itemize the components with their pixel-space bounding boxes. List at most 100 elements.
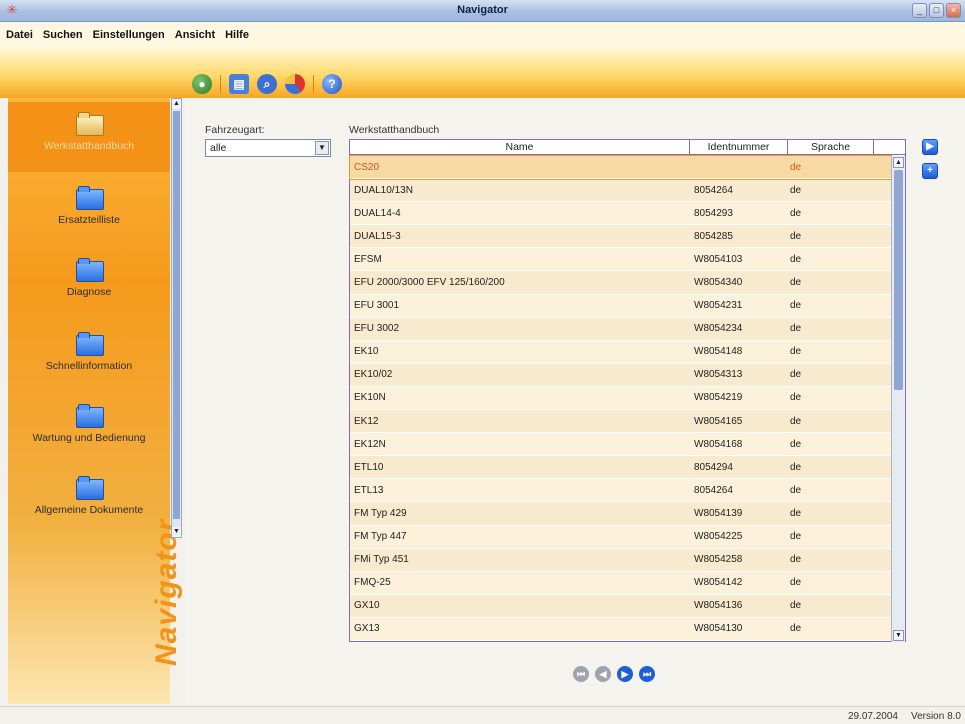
table-row[interactable]: CS20 de: [349, 154, 892, 181]
scroll-up-icon[interactable]: ▲: [893, 157, 904, 168]
folder-icon: [76, 112, 104, 136]
pie-chart-icon[interactable]: [285, 74, 305, 94]
cell-sprache: de: [790, 554, 802, 566]
toolbar: ● ▤ ⌕ ?: [0, 48, 965, 98]
cell-identnummer: W8054231: [694, 300, 743, 312]
cell-sprache: de: [790, 184, 802, 196]
cell-sprache: de: [790, 531, 802, 543]
list-title: Werkstatthandbuch: [349, 124, 440, 136]
cell-name: GX10: [354, 600, 380, 612]
add-icon[interactable]: +: [922, 163, 938, 179]
globe-icon[interactable]: ●: [192, 74, 212, 94]
sidebar-item-label: Schnellinformation: [45, 360, 133, 372]
table-row[interactable]: EK12N W8054168 de: [350, 433, 891, 457]
table-row[interactable]: EK10N W8054219 de: [350, 386, 891, 411]
table-row[interactable]: EK12 W8054165 de: [350, 410, 891, 434]
title-bar: ✳ Navigator _ □ ×: [0, 0, 965, 22]
table-body: CS20 de DUAL10/13N 8054264 de DUAL14-4 8054293…: [349, 154, 892, 641]
table-row[interactable]: FM Typ 447 W8054225 de: [350, 525, 891, 549]
cell-identnummer: 8054294: [694, 461, 733, 473]
table-row[interactable]: FMi Typ 451 W8054258 de: [350, 548, 891, 572]
cell-sprache: de: [790, 484, 802, 496]
play-icon[interactable]: ▶: [922, 139, 938, 155]
cell-identnummer: W8054103: [694, 253, 743, 265]
navigator-logo: Navigator: [150, 518, 183, 666]
cell-name: DUAL14-4: [354, 207, 401, 219]
scrollbar-thumb[interactable]: [173, 111, 180, 519]
status-bar: 29.07.2004 Version 8.0: [0, 706, 965, 724]
sidebar-item-werkstatthandbuch[interactable]: Werkstatthandbuch: [8, 102, 170, 172]
first-page-icon[interactable]: ⏮: [573, 666, 589, 682]
scroll-down-icon[interactable]: ▼: [172, 527, 181, 537]
scroll-down-icon[interactable]: ▼: [893, 630, 904, 641]
sidebar-item-label: Werkstatthandbuch: [43, 140, 135, 152]
scroll-up-icon[interactable]: ▲: [172, 99, 181, 109]
help-icon[interactable]: ?: [322, 74, 342, 94]
cell-name: EFU 3002: [354, 323, 400, 335]
folder-icon: [76, 332, 104, 356]
column-header-identnummer[interactable]: Identnummer: [690, 140, 788, 154]
table-row[interactable]: FM Typ 429 W8054139 de: [350, 502, 891, 526]
table-row[interactable]: EFU 3002 W8054234 de: [350, 317, 891, 341]
cell-identnummer: 8054285: [694, 230, 733, 242]
sidebar-item-ersatzteilliste[interactable]: Ersatzteilliste: [8, 176, 170, 246]
table-row[interactable]: EK10 W8054148 de: [350, 340, 891, 364]
next-page-icon[interactable]: ▶: [617, 666, 633, 682]
column-header-sprache[interactable]: Sprache: [788, 140, 874, 154]
column-header-name[interactable]: Name: [350, 140, 690, 154]
menu-datei[interactable]: Datei: [6, 29, 33, 41]
table-row[interactable]: DUAL14-4 8054293 de: [350, 202, 891, 226]
last-page-icon[interactable]: ⏭: [639, 666, 655, 682]
cell-identnummer: W8054340: [694, 277, 743, 289]
cell-name: EFU 2000/3000 EFV 125/160/200: [354, 277, 505, 289]
table-row[interactable]: ETL13 8054264 de: [350, 479, 891, 503]
table-row[interactable]: DUAL15-3 8054285 de: [350, 225, 891, 249]
table-row[interactable]: EFU 2000/3000 EFV 125/160/200 W8054340 de: [350, 271, 891, 295]
search-icon[interactable]: ⌕: [257, 74, 277, 94]
minimize-button[interactable]: _: [912, 3, 927, 18]
menu-ansicht[interactable]: Ansicht: [175, 29, 215, 41]
previous-page-icon[interactable]: ◀: [595, 666, 611, 682]
table-row[interactable]: EK10/02 W8054313 de: [350, 363, 891, 387]
cell-name: ETL13: [354, 484, 384, 496]
sidebar-item-schnellinformation[interactable]: Schnellinformation: [8, 322, 170, 392]
table-row[interactable]: EFSM W8054103 de: [350, 248, 891, 272]
table-header: Name Identnummer Sprache: [350, 140, 905, 155]
cell-sprache: de: [790, 623, 802, 635]
chevron-down-icon[interactable]: ▼: [315, 141, 329, 155]
sidebar-item-diagnose[interactable]: Diagnose: [8, 248, 170, 318]
menu-bar: Datei Suchen Einstellungen Ansicht Hilfe: [0, 22, 965, 48]
cell-identnummer: W8054130: [694, 623, 743, 635]
cell-identnummer: W8054168: [694, 438, 743, 450]
cell-sprache: de: [790, 369, 802, 381]
cell-identnummer: W8054148: [694, 346, 743, 358]
maximize-button[interactable]: □: [929, 3, 944, 18]
print-icon[interactable]: ▤: [229, 74, 249, 94]
sidebar-item-wartung[interactable]: Wartung und Bedienung: [8, 394, 170, 464]
menu-einstellungen[interactable]: Einstellungen: [93, 29, 165, 41]
table-row[interactable]: EFU 3001 W8054231 de: [350, 294, 891, 318]
cell-identnummer: W8054139: [694, 507, 743, 519]
table-row[interactable]: GX10 W8054136 de: [350, 594, 891, 618]
sidebar-scrollbar[interactable]: ▲ ▼: [171, 98, 182, 538]
cell-sprache: de: [790, 277, 802, 289]
cell-identnummer: W8054313: [694, 369, 743, 381]
sidebar-item-allgemeine-dokumente[interactable]: Allgemeine Dokumente: [8, 466, 170, 536]
menu-suchen[interactable]: Suchen: [43, 29, 83, 41]
table-row[interactable]: ETL10 8054294 de: [350, 456, 891, 480]
vehicle-type-select[interactable]: alle ▼: [205, 139, 331, 157]
cell-name: EK10N: [354, 392, 386, 404]
close-button[interactable]: ×: [946, 3, 961, 18]
table-scrollbar[interactable]: ▲ ▼: [891, 156, 905, 642]
menu-hilfe[interactable]: Hilfe: [225, 29, 249, 41]
cell-name: ETL10: [354, 461, 384, 473]
table-row[interactable]: DUAL10/13N 8054264 de: [350, 179, 891, 203]
scrollbar-thumb[interactable]: [894, 170, 903, 390]
cell-name: CS20: [354, 161, 380, 173]
table-row[interactable]: FMQ-25 W8054142 de: [350, 571, 891, 595]
toolbar-separator: [313, 75, 314, 93]
cell-sprache: de: [790, 300, 802, 312]
table-row[interactable]: GX13 W8054130 de: [350, 617, 891, 641]
cell-name: DUAL10/13N: [354, 184, 413, 196]
cell-identnummer: 8054293: [694, 207, 733, 219]
